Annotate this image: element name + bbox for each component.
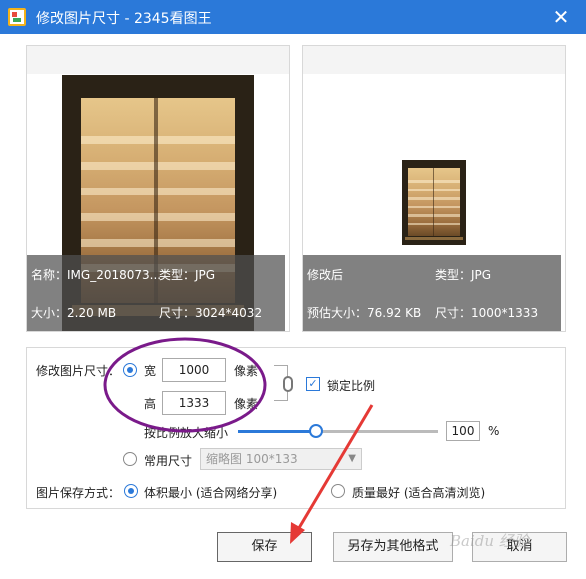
save-as-other-format-button[interactable]: 另存为其他格式 (333, 532, 453, 562)
result-label: 修改后 (307, 268, 344, 282)
original-dimensions: 尺寸：3024*4032 (159, 306, 263, 320)
save-quality-label: 质量最好 (适合高清浏览) (352, 486, 486, 500)
common-size-select[interactable]: 缩略图 100*133 ▼ (200, 448, 362, 470)
save-small-radio[interactable] (124, 484, 138, 498)
width-input[interactable]: 1000 (162, 358, 226, 382)
scale-slider[interactable] (238, 430, 438, 433)
original-name: 名称：IMG_2018073... (31, 268, 162, 282)
resize-section-label: 修改图片尺寸： (36, 364, 121, 378)
title-bar: 修改图片尺寸 - 2345看图王 ✕ (0, 0, 586, 34)
chain-link-icon (283, 376, 293, 392)
width-unit: 像素 (234, 364, 259, 378)
height-unit: 像素 (234, 397, 259, 411)
lock-ratio-label: 锁定比例 (327, 379, 376, 393)
app-logo-icon (8, 8, 26, 26)
original-info-overlay: 名称：IMG_2018073... 类型：JPG 大小：2.20 MB 尺寸：3… (27, 255, 285, 331)
height-label: 高 (144, 397, 157, 411)
original-size: 大小：2.20 MB (31, 306, 117, 320)
width-label: 宽 (144, 364, 157, 378)
save-button[interactable]: 保存 (217, 532, 312, 562)
result-image (402, 160, 466, 245)
result-info-overlay: 修改后 类型：JPG 预估大小：76.92 KB 尺寸：1000*1333 (303, 255, 561, 331)
window-title: 修改图片尺寸 - 2345看图王 (36, 11, 212, 27)
chevron-down-icon: ▼ (348, 453, 356, 464)
scale-label: 按比例放大缩小 (144, 426, 229, 440)
height-input[interactable]: 1333 (162, 391, 226, 415)
custom-size-radio[interactable] (123, 363, 137, 377)
save-mode-label: 图片保存方式： (36, 486, 121, 500)
result-est-size: 预估大小：76.92 KB (307, 306, 422, 320)
scale-input[interactable]: 100 (446, 421, 480, 441)
common-size-label: 常用尺寸 (144, 454, 193, 468)
scale-slider-thumb[interactable] (309, 424, 323, 438)
watermark: Baidu 经验 (450, 532, 529, 550)
close-button[interactable]: ✕ (550, 6, 572, 28)
common-size-radio[interactable] (123, 452, 137, 466)
original-type: 类型：JPG (159, 268, 216, 282)
save-quality-radio[interactable] (331, 484, 345, 498)
scale-unit: % (488, 424, 500, 438)
result-dimensions: 尺寸：1000*1333 (435, 306, 539, 320)
lock-ratio-checkbox[interactable]: ✓ (306, 377, 320, 391)
save-small-label: 体积最小 (适合网络分享) (144, 486, 278, 500)
common-size-value: 缩略图 100*133 (206, 452, 298, 466)
result-type: 类型：JPG (435, 268, 492, 282)
